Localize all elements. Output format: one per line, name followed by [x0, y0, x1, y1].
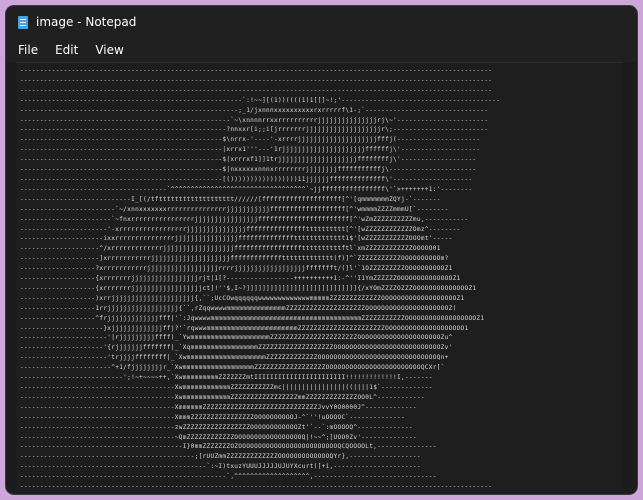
vertical-scrollbar[interactable]	[627, 62, 637, 490]
title-bar[interactable]: image - Notepad	[6, 6, 637, 38]
text-editor[interactable]: ----------------------------------------…	[16, 62, 622, 491]
menu-view[interactable]: View	[89, 43, 129, 57]
notepad-icon	[18, 15, 28, 29]
menu-edit[interactable]: Edit	[49, 43, 84, 57]
window-title: image - Notepad	[36, 15, 137, 29]
editor-text[interactable]: ----------------------------------------…	[16, 63, 622, 491]
menu-bar: File Edit View	[6, 38, 637, 62]
notepad-window: image - Notepad File Edit View ---------…	[6, 6, 637, 494]
menu-file[interactable]: File	[12, 43, 44, 57]
